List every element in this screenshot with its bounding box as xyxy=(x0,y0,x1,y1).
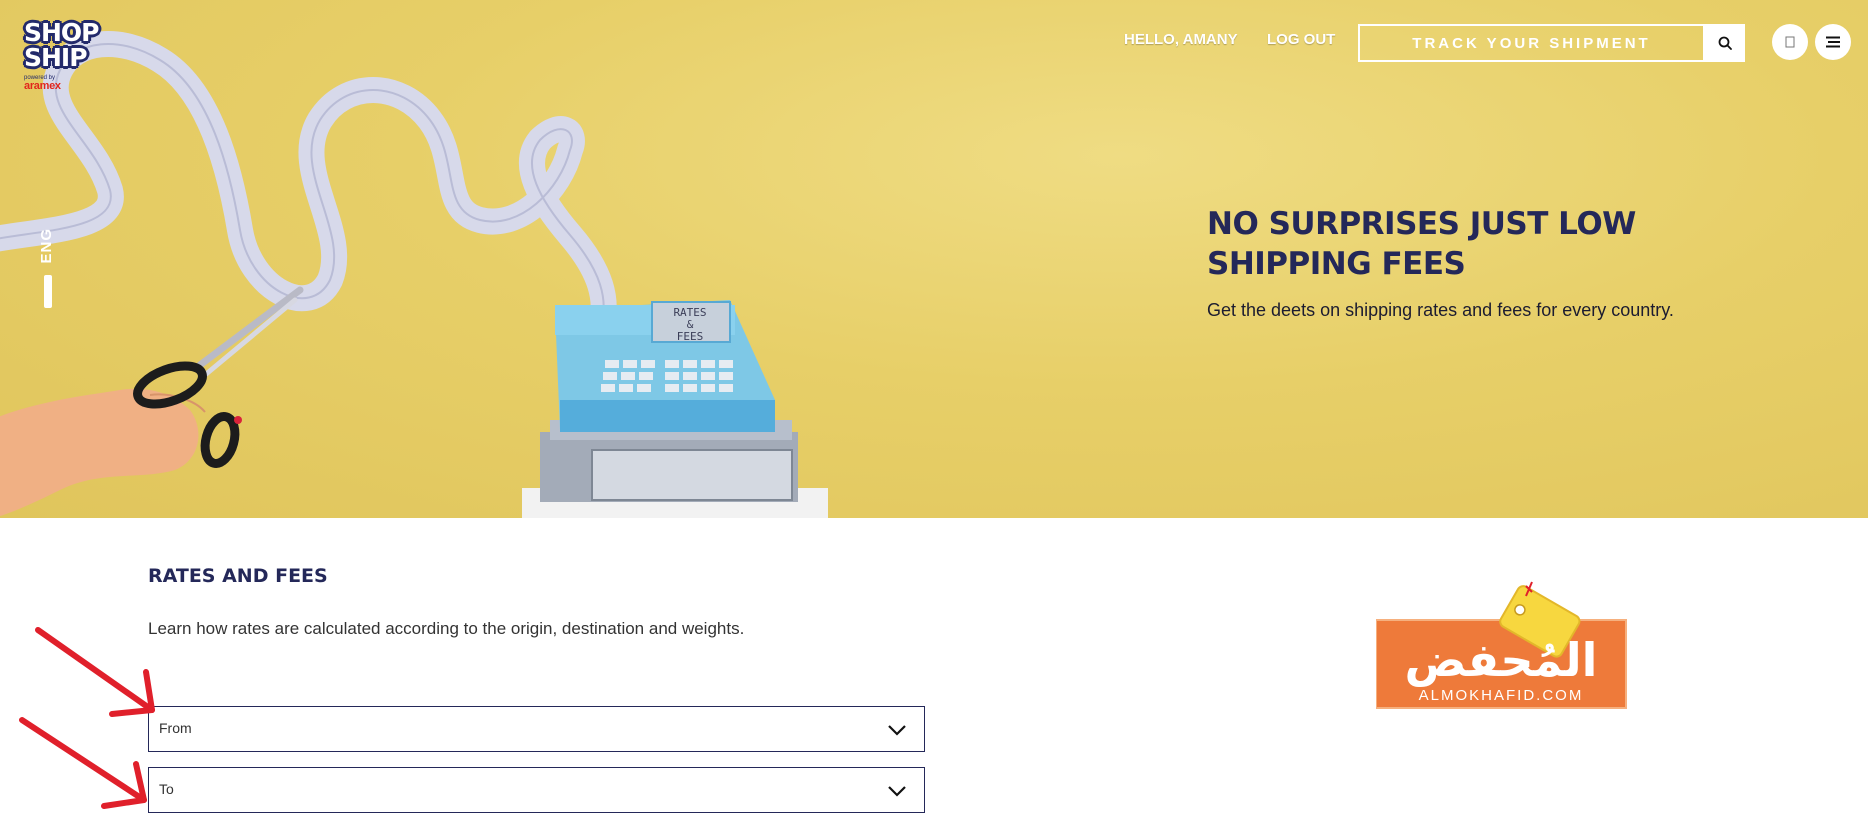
track-shipment-input[interactable] xyxy=(1358,24,1705,62)
search-icon xyxy=(1718,36,1732,50)
rates-section-description: Learn how rates are calculated according… xyxy=(148,619,745,638)
to-select-label: To xyxy=(159,781,174,797)
hero-title-line-1: NO SURPRISES JUST LOW xyxy=(1207,206,1636,242)
track-search-button[interactable] xyxy=(1705,24,1745,62)
chevron-down-icon xyxy=(888,786,906,797)
info-icon xyxy=(1785,36,1795,48)
annotation-arrow-to xyxy=(19,717,147,809)
partner-latin-name: ALMOKHAFID.COM xyxy=(1419,687,1584,704)
page: RATES & FEES SHOP SHIP powered by aramex… xyxy=(0,0,1868,828)
language-label: ENG xyxy=(38,228,55,264)
hero-title-line-2: SHIPPING FEES xyxy=(1207,246,1466,282)
almokhafid-logo: المُحفض ALMOKHAFID.COM xyxy=(1376,581,1627,709)
user-greeting: HELLO, AMANY xyxy=(1124,31,1238,48)
register-text-3: FEES xyxy=(677,330,704,343)
menu-button[interactable] xyxy=(1815,24,1851,60)
hero-subtitle: Get the deets on shipping rates and fees… xyxy=(1207,300,1674,320)
hero-banner: RATES & FEES SHOP SHIP powered by aramex… xyxy=(0,0,1868,518)
language-toggle-bar[interactable] xyxy=(44,275,52,308)
logo-word-shop: SHOP xyxy=(24,18,100,47)
rates-section-title: RATES AND FEES xyxy=(148,565,328,587)
logout-link[interactable]: LOG OUT xyxy=(1267,31,1335,48)
language-switch[interactable]: ENG xyxy=(38,228,58,270)
logo-wordmark: SHOP SHIP xyxy=(24,20,120,74)
shopandship-logo[interactable]: SHOP SHIP powered by aramex xyxy=(24,20,120,92)
partner-arabic-name: المُحفض xyxy=(1405,633,1598,687)
hero-title: NO SURPRISES JUST LOW SHIPPING FEES xyxy=(1207,204,1727,284)
from-select-label: From xyxy=(159,720,192,736)
from-country-select[interactable]: From xyxy=(148,706,925,752)
menu-icon xyxy=(1826,36,1840,48)
hero-illustration: RATES & FEES xyxy=(0,31,828,518)
annotation-arrow-from xyxy=(35,627,155,717)
logo-word-ship: SHIP xyxy=(24,43,88,72)
info-button[interactable] xyxy=(1772,24,1808,60)
to-country-select[interactable]: To xyxy=(148,767,925,813)
chevron-down-icon xyxy=(888,725,906,736)
logo-aramex: aramex xyxy=(24,80,61,92)
